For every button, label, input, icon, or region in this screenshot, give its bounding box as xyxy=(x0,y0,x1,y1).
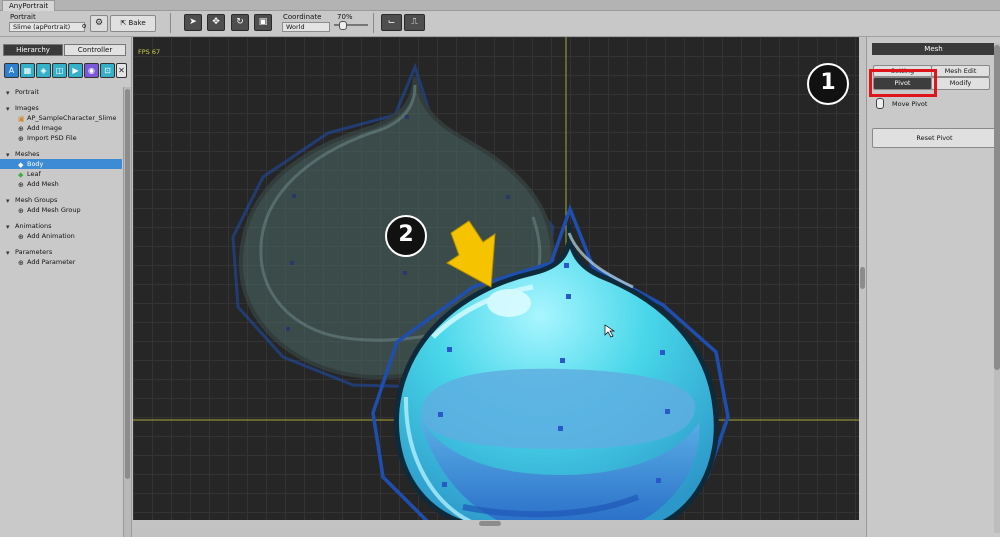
tab-controller[interactable]: Controller xyxy=(64,44,126,56)
bone-edit-icon[interactable]: ⌙ xyxy=(381,14,402,31)
hierarchy-scrollbar[interactable] xyxy=(123,87,131,537)
tree-section[interactable]: ▾ Portrait xyxy=(0,87,122,97)
onion-skin-icon[interactable]: ⎍ xyxy=(404,14,425,31)
filter-all-icon[interactable]: A xyxy=(4,63,19,78)
rotate-tool-icon[interactable]: ↻ xyxy=(231,14,249,31)
pivot-tab-highlight xyxy=(869,69,937,97)
tree-item-label: Portrait xyxy=(15,88,39,96)
bake-button[interactable]: ⇱ Bake xyxy=(110,15,156,32)
filter-image-icon[interactable]: ▦ xyxy=(20,63,35,78)
expand-triangle-icon: ▾ xyxy=(6,89,10,97)
tree-item-label: Parameters xyxy=(15,248,53,256)
move-pivot-label: Move Pivot xyxy=(892,100,928,108)
portrait-label: Portrait xyxy=(10,13,36,21)
portrait-select[interactable]: Slime (apPortrait) xyxy=(9,22,85,32)
filter-bone-icon[interactable]: ⊡ xyxy=(100,63,115,78)
image-icon: ▣ xyxy=(18,115,25,123)
expand-triangle-icon: ▾ xyxy=(6,197,10,205)
tree-item-label: Images xyxy=(15,104,39,112)
step-2-marker: 2 xyxy=(385,215,427,257)
zoom-slider-handle[interactable] xyxy=(339,21,347,30)
reset-pivot-button[interactable]: Reset Pivot xyxy=(872,128,997,148)
editor-viewport[interactable]: FPS 67 2 xyxy=(133,37,859,527)
tab-mesh-edit[interactable]: Mesh Edit xyxy=(931,65,990,77)
inspector-scrollbar[interactable] xyxy=(994,43,1000,533)
coordinate-select[interactable]: World xyxy=(282,22,330,32)
tree-item-label: Add Parameter xyxy=(27,258,76,266)
tree-item[interactable]: ⊕ Add Parameter xyxy=(0,257,122,267)
add-circle-icon: ⊕ xyxy=(18,233,24,241)
tree-section[interactable]: ▾ Parameters xyxy=(0,247,122,257)
viewport-vscroll-thumb[interactable] xyxy=(860,267,865,289)
mouse-icon xyxy=(876,98,884,109)
zoom-slider[interactable] xyxy=(334,21,368,30)
expand-triangle-icon: ▾ xyxy=(6,151,10,159)
expand-triangle-icon: ▾ xyxy=(6,105,10,113)
viewport-hscroll-thumb[interactable] xyxy=(479,521,501,526)
window-tab[interactable]: AnyPortrait xyxy=(2,0,56,11)
tree-item-label: Meshes xyxy=(15,150,40,158)
toolbar: Portrait Slime (apPortrait) o ⚙ ⇱ Bake ➤… xyxy=(0,11,1000,37)
hierarchy-panel: Hierarchy Controller A ▦ ◈ ◫ ▶ ◉ ⊡ ✕ ▾ Po… xyxy=(0,37,132,537)
filter-mesh-icon[interactable]: ◈ xyxy=(36,63,51,78)
tree-item-label: Add Image xyxy=(27,124,63,132)
tree-item[interactable]: ◆ Leaf xyxy=(0,169,122,179)
add-circle-icon: ⊕ xyxy=(18,259,24,267)
add-circle-icon: ⊕ xyxy=(18,207,24,215)
add-circle-icon: ⊕ xyxy=(18,181,24,189)
mesh-icon: ◆ xyxy=(18,171,24,179)
zoom-label: 70% xyxy=(337,13,353,21)
inspector-scroll-thumb[interactable] xyxy=(994,45,1000,370)
tree-item-label: Body xyxy=(27,160,44,168)
expand-triangle-icon: ▾ xyxy=(6,249,10,257)
filter-meshgroup-icon[interactable]: ◫ xyxy=(52,63,67,78)
filter-animation-icon[interactable]: ▶ xyxy=(68,63,83,78)
mesh-icon: ◆ xyxy=(18,161,24,169)
step-1-marker: 1 xyxy=(807,63,849,105)
tree-item[interactable]: ⊕ Import PSD File xyxy=(0,133,122,143)
tree-item-label: Animations xyxy=(15,222,52,230)
filter-close-icon[interactable]: ✕ xyxy=(116,63,127,78)
tree-item[interactable]: ▣ AP_SampleCharacter_Slime xyxy=(0,113,122,123)
tree-item-label: Mesh Groups xyxy=(15,196,58,204)
coordinate-label: Coordinate xyxy=(283,13,322,21)
tree-section[interactable]: ▾ Images xyxy=(0,103,122,113)
hierarchy-tree: ▾ Portrait ▾ Images ▣ AP_SampleCharacter_Slim… xyxy=(0,87,122,267)
tree-item-label: Add Mesh Group xyxy=(27,206,81,214)
tree-item-label: Leaf xyxy=(27,170,41,178)
bake-label: Bake xyxy=(128,19,146,27)
tree-item-label: Add Mesh xyxy=(27,180,59,188)
portrait-object-picker[interactable]: o xyxy=(82,22,86,30)
viewport-vscrollbar[interactable] xyxy=(859,37,866,527)
tree-section[interactable]: ▾ Mesh Groups xyxy=(0,195,122,205)
inspector-header: Mesh xyxy=(872,43,995,55)
tree-section[interactable]: ▾ Animations xyxy=(0,221,122,231)
tab-hierarchy[interactable]: Hierarchy xyxy=(3,44,63,56)
mesh-canvas[interactable] xyxy=(133,37,859,527)
tree-item[interactable]: ⊕ Add Animation xyxy=(0,231,122,241)
expand-triangle-icon: ▾ xyxy=(6,223,10,231)
tab-modify[interactable]: Modify xyxy=(931,77,990,90)
add-circle-icon: ⊕ xyxy=(18,135,24,143)
toolbar-divider xyxy=(170,13,171,33)
tree-section[interactable]: ▾ Meshes xyxy=(0,149,122,159)
move-tool-icon[interactable]: ✥ xyxy=(207,14,225,31)
add-circle-icon: ⊕ xyxy=(18,125,24,133)
tree-item[interactable]: ⊕ Add Mesh Group xyxy=(0,205,122,215)
tree-item[interactable]: ⊕ Add Mesh xyxy=(0,179,122,189)
tree-item-label: AP_SampleCharacter_Slime xyxy=(27,114,117,122)
tree-item[interactable]: ◆ Body xyxy=(0,159,122,169)
tree-item-label: Import PSD File xyxy=(27,134,77,142)
window-titlebar: AnyPortrait xyxy=(0,0,1000,11)
settings-gear-icon[interactable]: ⚙ xyxy=(90,15,108,32)
hierarchy-scroll-thumb[interactable] xyxy=(125,89,130,479)
scale-tool-icon[interactable]: ▣ xyxy=(254,14,272,31)
tree-item[interactable]: ⊕ Add Image xyxy=(0,123,122,133)
filter-parameter-icon[interactable]: ◉ xyxy=(84,63,99,78)
viewport-hscrollbar[interactable] xyxy=(133,520,859,527)
select-tool-icon[interactable]: ➤ xyxy=(184,14,202,31)
toolbar-divider xyxy=(373,13,374,33)
inspector-panel: Mesh Setting Mesh Edit Pivot Modify Move… xyxy=(866,37,1000,537)
tree-item-label: Add Animation xyxy=(27,232,75,240)
